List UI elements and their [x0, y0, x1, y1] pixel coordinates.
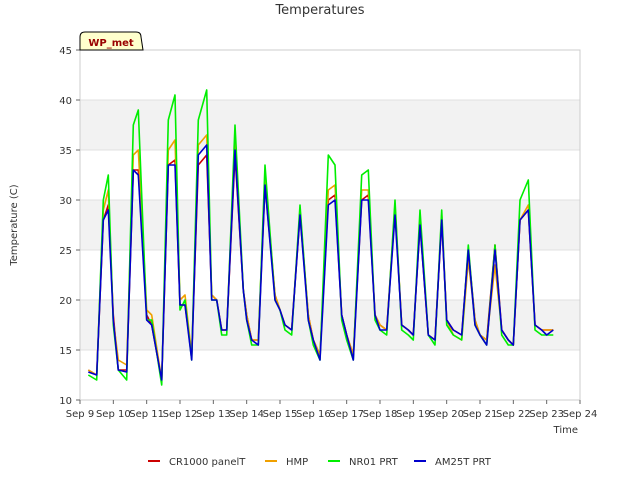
y-axis-ticks: 10 15 20 25 30 35 40 45 — [59, 46, 80, 407]
chart-title: Temperatures — [274, 3, 364, 18]
x-axis-label: Time — [553, 425, 578, 436]
temperature-chart: Temperatures 1015202530354045 Sep 9 Sep 1… — [9, 3, 598, 468]
x-tick-label: Sep 23 — [529, 409, 564, 420]
y-tick-label: 40 — [59, 96, 72, 107]
x-tick-label: Sep 15 — [263, 409, 298, 420]
station-tag: WP_met — [79, 31, 144, 51]
x-tick-label: Sep 11 — [129, 409, 164, 420]
x-tick-label: Sep 9 — [66, 409, 94, 420]
y-tick-label: 15 — [59, 346, 72, 357]
legend-label: AM25T PRT — [435, 457, 492, 468]
x-tick-label: Sep 22 — [496, 409, 531, 420]
x-tick-label: Sep 13 — [196, 409, 231, 420]
x-axis-ticks: Sep 9 Sep 10Sep 11Sep 12Sep 13Sep 14Sep 1… — [66, 400, 598, 420]
x-tick-label: Sep 24 — [563, 409, 598, 420]
y-tick-label: 25 — [59, 246, 72, 257]
legend-item: NR01 PRT — [328, 457, 399, 468]
legend-label: HMP — [286, 457, 308, 468]
x-tick-label: Sep 19 — [396, 409, 431, 420]
legend-label: NR01 PRT — [349, 457, 399, 468]
y-tick-label: 20 — [59, 296, 72, 307]
x-tick-label: Sep 18 — [363, 409, 398, 420]
x-tick-label: Sep 10 — [96, 409, 131, 420]
x-tick-label: Sep 14 — [229, 409, 264, 420]
legend-item: HMP — [265, 457, 308, 468]
y-tick-label: 30 — [59, 196, 72, 207]
legend-item: CR1000 panelT — [148, 457, 246, 468]
x-tick-label: Sep 20 — [429, 409, 464, 420]
x-tick-label: Sep 17 — [329, 409, 364, 420]
y-axis-label: Temperature (C) — [9, 184, 20, 266]
x-tick-label: Sep 12 — [163, 409, 198, 420]
y-tick-label: 10 — [59, 396, 72, 407]
station-tag-label: WP_met — [88, 38, 134, 49]
legend-item: AM25T PRT — [414, 457, 492, 468]
legend: CR1000 panelT HMP NR01 PRT AM25T PRT — [148, 457, 492, 468]
y-tick-label: 35 — [59, 146, 72, 157]
x-tick-label: Sep 21 — [463, 409, 498, 420]
x-tick-label: Sep 16 — [296, 409, 331, 420]
legend-label: CR1000 panelT — [169, 457, 246, 468]
grid-band — [80, 200, 580, 250]
y-tick-label: 45 — [59, 46, 72, 57]
grid-band — [80, 100, 580, 150]
